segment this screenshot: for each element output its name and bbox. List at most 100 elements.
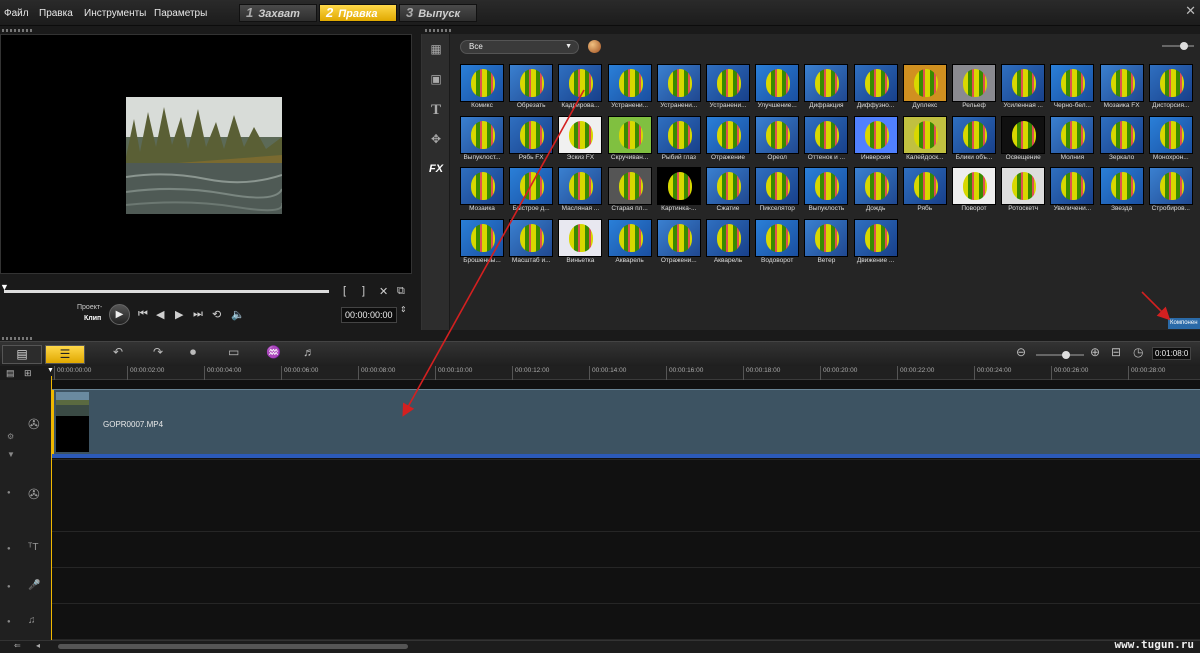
- effect-thumbnail[interactable]: Масляная ...: [558, 167, 603, 217]
- mark-out-icon[interactable]: ]: [362, 285, 365, 297]
- effect-thumbnail[interactable]: Старая пл...: [607, 167, 652, 217]
- play-button[interactable]: ▶: [109, 304, 130, 325]
- compose-tab[interactable]: Компонен: [1168, 318, 1200, 329]
- effect-thumbnail[interactable]: Комикс: [460, 64, 504, 114]
- panel-grip-icon[interactable]: [2, 337, 34, 340]
- effect-thumbnail[interactable]: Мозаика FX: [1099, 64, 1144, 114]
- effect-thumbnail[interactable]: Акварель: [706, 218, 750, 269]
- fx-filters-icon[interactable]: FX: [426, 163, 446, 175]
- music-track[interactable]: [52, 604, 1200, 640]
- track-manager-icon[interactable]: ▤: [6, 368, 15, 379]
- effect-thumbnail[interactable]: Инверсия: [853, 115, 898, 166]
- clip-left-trim-handle[interactable]: [52, 390, 54, 454]
- tab-share[interactable]: 3 Выпуск: [399, 4, 477, 22]
- menu-tools[interactable]: Инструменты: [84, 8, 146, 19]
- timeline-ruler[interactable]: 00:00:00:00 00:00:02:00 00:00:04:00 00:00:0…: [52, 366, 1200, 380]
- prev-frame-icon[interactable]: ◀: [156, 308, 164, 321]
- effect-thumbnail[interactable]: Черно-бел...: [1050, 64, 1095, 114]
- effect-thumbnail[interactable]: Масштаб и...: [509, 218, 554, 269]
- voice-track[interactable]: [52, 568, 1200, 604]
- music-track-icon[interactable]: ♫: [28, 615, 36, 626]
- effect-thumbnail[interactable]: Эскиз FX: [558, 115, 603, 166]
- effect-thumbnail[interactable]: Ветер: [804, 218, 849, 269]
- menu-file[interactable]: Файл: [4, 8, 29, 19]
- effect-thumbnail[interactable]: Ротоскетч: [1001, 167, 1046, 217]
- overlay-track[interactable]: [52, 460, 1200, 532]
- effect-thumbnail[interactable]: Быстрое д...: [509, 167, 554, 217]
- mark-in-icon[interactable]: [: [343, 285, 346, 297]
- title-icon[interactable]: T: [426, 102, 446, 119]
- horizontal-scrollbar[interactable]: [58, 644, 408, 649]
- zoom-slider-handle[interactable]: [1062, 351, 1070, 359]
- timecode-stepper-icon[interactable]: ⇕: [400, 305, 407, 314]
- duration-icon[interactable]: ◷: [1133, 345, 1143, 359]
- auto-music-icon[interactable]: ♬: [303, 345, 315, 359]
- effect-thumbnail[interactable]: Поворот: [952, 167, 996, 217]
- effect-thumbnail[interactable]: Освещение: [1001, 115, 1046, 166]
- effect-thumbnail[interactable]: Устранени...: [706, 64, 750, 114]
- effect-thumbnail[interactable]: Выпуклость: [804, 167, 849, 217]
- tab-edit[interactable]: 2 Правка: [319, 4, 397, 22]
- effect-thumbnail[interactable]: Виньетка: [558, 218, 603, 269]
- chevron-down-icon[interactable]: ▼: [7, 450, 15, 459]
- effect-thumbnail[interactable]: Рябь FX: [509, 115, 554, 166]
- volume-icon[interactable]: 🔈: [231, 308, 245, 321]
- title-track[interactable]: [52, 532, 1200, 568]
- title-visibility-icon[interactable]: ●: [7, 546, 11, 552]
- media-library-icon[interactable]: ▦: [426, 42, 446, 56]
- effect-thumbnail[interactable]: Стробиров...: [1148, 167, 1193, 217]
- go-start-icon[interactable]: ⏮: [138, 308, 148, 321]
- music-visibility-icon[interactable]: ●: [7, 619, 11, 625]
- effect-thumbnail[interactable]: Звезда: [1099, 167, 1144, 217]
- effect-thumbnail[interactable]: Ореол: [755, 115, 800, 166]
- effect-thumbnail[interactable]: Дуплекс: [902, 64, 947, 114]
- record-capture-icon[interactable]: ⏺: [190, 345, 196, 360]
- effect-thumbnail[interactable]: Скручиван...: [607, 115, 652, 166]
- effect-thumbnail[interactable]: Оттенок и ...: [804, 115, 849, 166]
- overlay-visibility-icon[interactable]: ●: [7, 490, 11, 496]
- redo-icon[interactable]: ↷: [153, 345, 163, 359]
- thumb-size-slider-handle[interactable]: [1180, 42, 1188, 50]
- scrub-bar[interactable]: [4, 290, 329, 293]
- zoom-out-icon[interactable]: ⊖: [1016, 345, 1026, 359]
- effect-thumbnail[interactable]: Брошенны...: [460, 218, 504, 269]
- effect-thumbnail[interactable]: Сжатие: [706, 167, 750, 217]
- effect-thumbnail[interactable]: Устранени...: [656, 64, 701, 114]
- effect-thumbnail[interactable]: Движение ...: [853, 218, 898, 269]
- effect-thumbnail[interactable]: Диффузно...: [853, 64, 898, 114]
- effect-thumbnail[interactable]: Калейдоск...: [902, 115, 947, 166]
- effect-thumbnail[interactable]: Кадрирова...: [558, 64, 603, 114]
- chevron-left-icon[interactable]: ◂: [36, 641, 40, 650]
- effect-thumbnail[interactable]: Улучшение...: [755, 64, 800, 114]
- tab-capture[interactable]: 1 Захват: [239, 4, 317, 22]
- audio-mixer-icon[interactable]: ♒: [266, 345, 281, 359]
- effect-thumbnail[interactable]: Картинка-...: [656, 167, 701, 217]
- copy-icon[interactable]: ⧉: [397, 285, 405, 298]
- player-timecode[interactable]: 00:00:00:00: [341, 307, 397, 323]
- thumb-size-slider[interactable]: [1162, 45, 1194, 47]
- effect-thumbnail[interactable]: Увеличени...: [1050, 167, 1095, 217]
- video-track-icon[interactable]: ✇: [28, 416, 40, 433]
- go-end-icon[interactable]: ⏭: [193, 308, 203, 321]
- storyboard-view-button[interactable]: ▤: [2, 345, 42, 364]
- effect-thumbnail[interactable]: Усиленная ...: [1001, 64, 1046, 114]
- effect-thumbnail[interactable]: Зеркало: [1099, 115, 1144, 166]
- effect-thumbnail[interactable]: Дождь: [853, 167, 898, 217]
- menu-edit[interactable]: Правка: [39, 8, 73, 19]
- effect-thumbnail[interactable]: Акварель: [607, 218, 652, 269]
- zoom-slider[interactable]: [1036, 354, 1084, 356]
- online-content-icon[interactable]: globe: [588, 40, 601, 53]
- voice-visibility-icon[interactable]: ●: [7, 584, 11, 590]
- effect-thumbnail[interactable]: Отражение: [706, 115, 750, 166]
- instant-project-icon[interactable]: ▣: [426, 72, 446, 86]
- filter-category-select[interactable]: Все ▼: [460, 40, 579, 54]
- effect-thumbnail[interactable]: Монохрон...: [1148, 115, 1193, 166]
- menu-settings[interactable]: Параметры: [154, 8, 207, 19]
- effect-thumbnail[interactable]: Дифракция: [804, 64, 849, 114]
- zoom-in-icon[interactable]: ⊕: [1090, 345, 1100, 359]
- effect-thumbnail[interactable]: Блики объ...: [952, 115, 996, 166]
- effect-thumbnail[interactable]: Рельеф: [952, 64, 996, 114]
- voice-track-icon[interactable]: 🎤: [28, 580, 40, 591]
- fit-project-icon[interactable]: ⊟: [1111, 345, 1121, 359]
- effect-thumbnail[interactable]: Устранени...: [607, 64, 652, 114]
